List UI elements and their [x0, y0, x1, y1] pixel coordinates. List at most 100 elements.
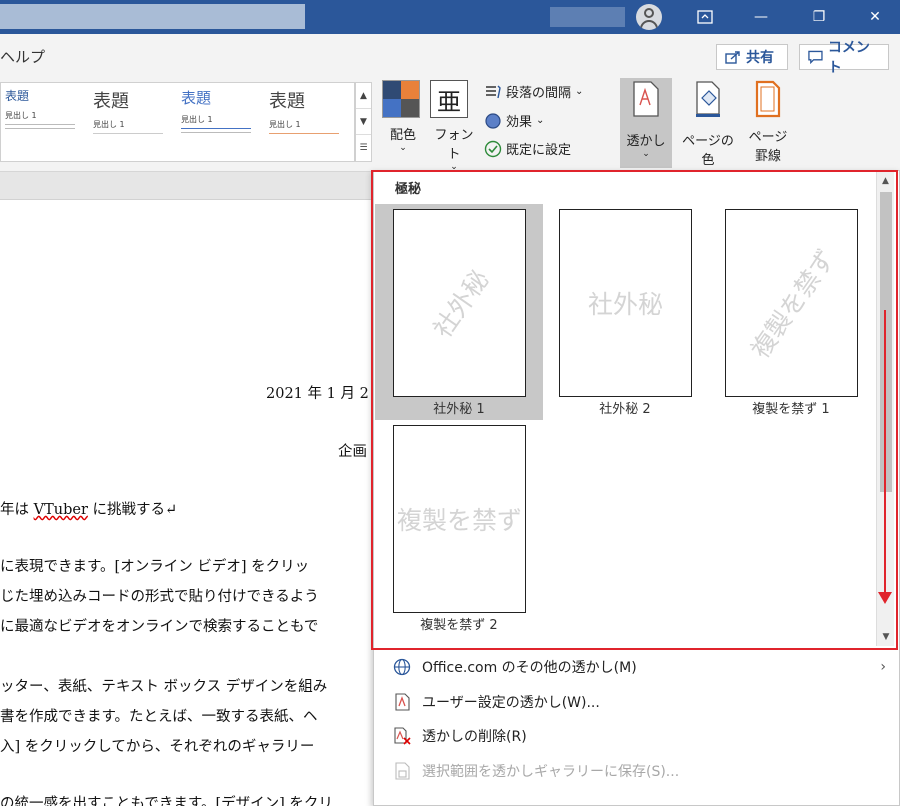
scroll-down-icon[interactable]: ▼ — [877, 628, 895, 646]
watermark-preview-text: 複製を禁ず — [396, 506, 523, 535]
paragraph-spacing-icon — [486, 85, 501, 98]
section-heading-confidential: 極秘 — [395, 182, 422, 197]
restore-button[interactable]: ❐ — [796, 0, 842, 34]
menu-remove-watermark-label: 透かしの削除(R) — [422, 729, 527, 745]
menu-remove-watermark[interactable]: 透かしの削除(R) — [374, 719, 898, 753]
watermark-preview: 社外秘 — [559, 209, 692, 397]
set-default-label: 既定に設定 — [506, 143, 572, 158]
doc-paragraph-line: の統一感を出すこともできます。[デザイン] をクリ — [0, 796, 333, 806]
comment-icon — [808, 50, 823, 64]
page-borders-label: ページ — [748, 130, 788, 145]
menu-more-watermarks-label: Office.com のその他の透かし(M) — [422, 660, 637, 676]
doc-paragraph-line: に表現できます。[オンライン ビデオ] をクリッ — [0, 559, 310, 575]
effects-icon — [485, 112, 501, 129]
tab-help[interactable]: ヘルプ — [0, 46, 45, 67]
style-heading: 見出し 1 — [269, 120, 301, 129]
scroll-up-icon[interactable]: ▲ — [877, 172, 894, 190]
document-style-gallery: 表題 見出し 1 表題 見出し 1 表題 見出し 1 表題 見出し 1 — [0, 82, 355, 162]
style-title: 表題 — [5, 89, 30, 103]
watermark-option[interactable]: 複製を禁ず 複製を禁ず 2 — [375, 420, 543, 636]
checkmark-circle-icon — [484, 140, 502, 157]
share-icon — [725, 51, 740, 64]
spellcheck-word[interactable]: VTuber — [34, 502, 88, 518]
style-title: 表題 — [269, 91, 305, 112]
fonts-label: フォント — [434, 128, 474, 162]
page-borders-icon — [755, 80, 781, 118]
watermark-option-label: 社外秘 2 — [599, 402, 651, 417]
watermark-preview-text: 社外秘 — [587, 290, 664, 319]
paragraph-spacing-label: 段落の間隔 — [506, 86, 572, 101]
style-title: 表題 — [93, 91, 129, 112]
doc-paragraph-line: 入] をクリックしてから、それぞれのギャラリー — [0, 739, 315, 755]
chevron-down-icon[interactable]: ▼ — [356, 109, 371, 135]
chevron-down-icon: ⌄ — [642, 149, 650, 159]
watermark-option[interactable]: 社外秘 社外秘 2 — [541, 204, 709, 420]
watermark-option-label: 複製を禁ず 1 — [752, 402, 830, 417]
watermark-button[interactable]: 透かし ⌄ — [620, 80, 672, 159]
account-name-redacted[interactable] — [550, 7, 625, 27]
style-thumbnail[interactable]: 表題 見出し 1 — [269, 87, 349, 157]
comment-button[interactable]: コメント — [799, 40, 889, 76]
style-thumbnail[interactable]: 表題 見出し 1 — [181, 87, 261, 157]
more-icon[interactable]: ☰ — [356, 135, 371, 161]
scroll-hint-arrow-head — [878, 592, 892, 604]
gallery-scroll[interactable]: ▲ ▼ ☰ — [355, 82, 372, 162]
chevron-down-icon: ⌄ — [399, 143, 407, 153]
comment-label: コメント — [827, 40, 870, 76]
document-title-redacted — [0, 4, 305, 29]
style-thumbnail[interactable]: 表題 見出し 1 — [5, 87, 85, 157]
fonts-button[interactable]: 亜 フォント ⌄ — [430, 80, 478, 172]
doc-department: 企画 — [338, 444, 367, 460]
chevron-right-icon: › — [880, 659, 886, 675]
paragraph-spacing-button[interactable]: 段落の間隔 ⌄ — [484, 82, 583, 101]
doc-paragraph-line: 書を作成できます。たとえば、一致する表紙、ヘ — [0, 709, 318, 725]
scroll-thumb[interactable] — [880, 192, 892, 492]
watermark-preview: 複製を禁ず — [725, 209, 858, 397]
minimize-button[interactable]: — — [738, 0, 784, 34]
page-color-label: ページの色 — [682, 134, 734, 168]
remove-watermark-icon — [392, 726, 412, 746]
share-label: 共有 — [746, 50, 774, 66]
page-borders-button[interactable]: ページ 罫線 — [744, 80, 792, 164]
chevron-down-icon: ⌄ — [575, 86, 584, 97]
colors-button[interactable]: 配色 ⌄ — [382, 80, 424, 153]
watermark-option-label: 社外秘 1 — [433, 402, 485, 417]
page-color-icon — [696, 81, 720, 117]
share-button[interactable]: 共有 — [716, 44, 788, 70]
watermark-option[interactable]: 社外秘 社外秘 1 — [375, 204, 543, 420]
watermark-option-label: 複製を禁ず 2 — [420, 618, 498, 633]
colors-label: 配色 — [389, 128, 416, 143]
chevron-up-icon[interactable]: ▲ — [356, 83, 371, 109]
watermark-icon — [633, 81, 659, 117]
watermark-preview-text: 社外秘 — [427, 264, 495, 343]
globe-icon — [392, 657, 412, 677]
page-color-button[interactable]: ページの色 ⌄ — [676, 80, 740, 178]
close-button[interactable]: ✕ — [852, 0, 898, 34]
scroll-hint-arrow-line — [884, 310, 886, 595]
doc-paragraph-line: に最適なビデオをオンラインで検索することもで — [0, 619, 319, 635]
menu-more-watermarks[interactable]: Office.com のその他の透かし(M) › — [374, 650, 898, 684]
effects-label: 効果 — [506, 115, 533, 130]
user-avatar-icon[interactable] — [636, 4, 662, 30]
doc-paragraph-line: じた埋め込みコードの形式で貼り付けできるよう — [0, 589, 319, 605]
menu-save-to-gallery-label: 選択範囲を透かしギャラリーに保存(S)... — [422, 764, 680, 780]
watermark-option[interactable]: 複製を禁ず 複製を禁ず 1 — [707, 204, 875, 420]
style-heading: 見出し 1 — [5, 111, 37, 120]
custom-watermark-icon — [392, 692, 412, 712]
style-thumbnail[interactable]: 表題 見出し 1 — [93, 87, 173, 157]
effects-button[interactable]: 効果 ⌄ — [484, 111, 544, 130]
ribbon-design: 表題 見出し 1 表題 見出し 1 表題 見出し 1 表題 見出し 1 ▲ ▼ … — [0, 76, 900, 178]
menu-custom-watermark-label: ユーザー設定の透かし(W)... — [422, 695, 600, 711]
watermark-preview: 社外秘 — [393, 209, 526, 397]
page-borders-label-2: 罫線 — [754, 149, 781, 164]
ribbon-display-options-icon[interactable] — [682, 0, 728, 34]
watermark-preview: 複製を禁ず — [393, 425, 526, 613]
watermark-label: 透かし — [626, 134, 666, 149]
menu-custom-watermark[interactable]: ユーザー設定の透かし(W)... — [374, 685, 898, 719]
set-default-button[interactable]: 既定に設定 — [484, 139, 571, 158]
font-icon: 亜 — [430, 80, 468, 118]
doc-paragraph-line: ッター、表紙、テキスト ボックス デザインを組み — [0, 679, 328, 695]
doc-heading: 年は VTuber に挑戦する↵ — [0, 502, 178, 518]
color-palette-icon — [382, 80, 420, 118]
doc-date: 2021 年 1 月 2 — [266, 386, 369, 402]
